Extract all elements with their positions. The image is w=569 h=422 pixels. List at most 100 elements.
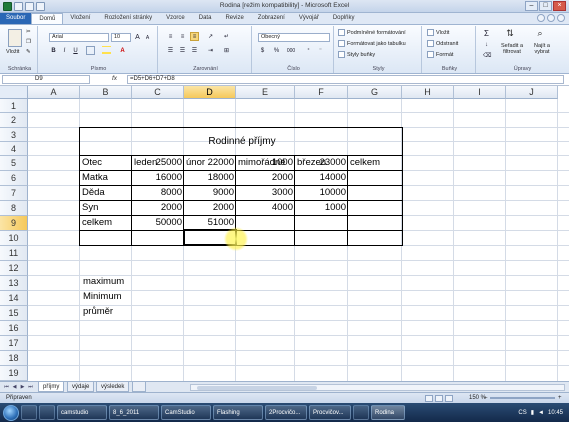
autosum-button[interactable]: Σ bbox=[482, 29, 491, 38]
insert-cells-button[interactable]: Vložit bbox=[427, 29, 449, 36]
data-cell[interactable]: 25000 bbox=[132, 156, 184, 170]
align-middle-icon[interactable]: ≡ bbox=[178, 32, 187, 41]
horizontal-scrollbar[interactable] bbox=[190, 384, 565, 391]
cell-grid[interactable]: Rodinné příjmy leden únor mimořádné břez… bbox=[28, 99, 569, 381]
row-header-14[interactable]: 14 bbox=[0, 291, 28, 306]
tab-home[interactable]: Domů bbox=[31, 13, 64, 24]
taskbar-item-rodina[interactable]: Rodina bbox=[371, 405, 405, 420]
merge-center-icon[interactable]: ⊞ bbox=[222, 46, 231, 55]
formula-input[interactable]: =D5+D6+D7+D8 bbox=[127, 75, 564, 84]
maximize-button[interactable]: □ bbox=[539, 1, 552, 11]
wrap-text-icon[interactable]: ↵ bbox=[222, 32, 231, 41]
column-header-b[interactable]: B bbox=[80, 86, 132, 99]
data-cell[interactable]: 22000 bbox=[184, 156, 236, 170]
taskbar-item-8-6-2011[interactable]: 8_6_2011 bbox=[109, 405, 159, 420]
taskbar-item-app-icon[interactable] bbox=[353, 405, 369, 420]
data-cell[interactable]: 16000 bbox=[132, 171, 184, 185]
row-label-syn[interactable]: Syn bbox=[80, 201, 132, 215]
data-cell[interactable]: 2000 bbox=[236, 171, 295, 185]
header-celkem[interactable]: celkem bbox=[348, 156, 402, 170]
cut-icon[interactable]: ✂ bbox=[26, 29, 31, 35]
column-header-e[interactable]: E bbox=[236, 86, 295, 99]
cell-styles-button[interactable]: Styly buňky bbox=[338, 51, 375, 58]
taskbar-item-camstudio-folder[interactable]: camstudio bbox=[57, 405, 107, 420]
indent-icon[interactable]: ⇥ bbox=[206, 46, 215, 55]
next-sheet-icon[interactable]: ▶ bbox=[19, 383, 26, 391]
data-cell[interactable]: 18000 bbox=[184, 171, 236, 185]
increase-decimal-icon[interactable]: ⁺ bbox=[304, 46, 313, 55]
close-button[interactable]: × bbox=[553, 1, 566, 11]
row-header-3[interactable]: 3 bbox=[0, 128, 28, 142]
row-header-13[interactable]: 13 bbox=[0, 276, 28, 291]
row-header-5[interactable]: 5 bbox=[0, 156, 28, 171]
delete-cells-button[interactable]: Odstranit bbox=[427, 40, 458, 47]
new-sheet-icon[interactable] bbox=[132, 382, 146, 392]
data-cell[interactable]: 1000 bbox=[295, 201, 348, 215]
sheet-tab-vysledek[interactable]: výsledek bbox=[96, 382, 130, 392]
column-header-j[interactable]: J bbox=[506, 86, 558, 99]
help-icon[interactable] bbox=[547, 14, 555, 22]
data-cell[interactable]: 50000 bbox=[132, 216, 184, 230]
sort-filter-button[interactable]: Seřadit a filtrovat bbox=[497, 43, 527, 55]
tab-addins[interactable]: Doplňky bbox=[326, 13, 362, 24]
row-header-4[interactable]: 4 bbox=[0, 142, 28, 156]
taskbar-item-camstudio[interactable]: CamStudio bbox=[161, 405, 211, 420]
restore-window-icon[interactable] bbox=[557, 14, 565, 22]
data-cell[interactable]: 9000 bbox=[184, 186, 236, 200]
orientation-icon[interactable]: ↗ bbox=[206, 32, 215, 41]
data-cell[interactable]: 4000 bbox=[236, 201, 295, 215]
tab-view[interactable]: Zobrazení bbox=[251, 13, 292, 24]
shrink-font-button[interactable]: A bbox=[143, 33, 152, 42]
format-painter-icon[interactable]: ✎ bbox=[26, 49, 31, 55]
bold-button[interactable]: B bbox=[49, 46, 58, 55]
currency-icon[interactable]: $ bbox=[258, 46, 267, 55]
data-cell[interactable]: 3000 bbox=[236, 186, 295, 200]
zoom-in-button[interactable]: + bbox=[558, 393, 562, 403]
row-label-otec[interactable]: Otec bbox=[80, 156, 132, 170]
font-name-select[interactable]: Arial bbox=[49, 33, 109, 42]
align-left-icon[interactable]: ☰ bbox=[166, 46, 175, 55]
start-button[interactable] bbox=[3, 404, 19, 421]
select-all-button[interactable] bbox=[0, 86, 28, 99]
row-label-děda[interactable]: Děda bbox=[80, 186, 132, 200]
explorer-icon[interactable] bbox=[21, 405, 37, 420]
underline-button[interactable]: U bbox=[71, 46, 80, 55]
label-prumer[interactable]: průměr bbox=[81, 305, 113, 319]
fill-color-icon[interactable] bbox=[102, 46, 111, 55]
row-header-2[interactable]: 2 bbox=[0, 113, 28, 128]
number-format-select[interactable]: Obecný bbox=[258, 33, 330, 42]
label-maximum[interactable]: maximum bbox=[81, 275, 124, 289]
column-header-f[interactable]: F bbox=[295, 86, 348, 99]
percent-button[interactable]: % bbox=[272, 46, 281, 55]
row-label-celkem[interactable]: celkem bbox=[80, 216, 132, 230]
first-sheet-icon[interactable]: ⏮ bbox=[3, 383, 10, 391]
data-cell[interactable]: 51000 bbox=[184, 216, 236, 230]
normal-view-icon[interactable] bbox=[425, 395, 433, 402]
last-sheet-icon[interactable]: ⏭ bbox=[27, 383, 34, 391]
row-header-15[interactable]: 15 bbox=[0, 306, 28, 321]
row-header-8[interactable]: 8 bbox=[0, 201, 28, 216]
page-break-view-icon[interactable] bbox=[445, 395, 453, 402]
copy-icon[interactable]: ❐ bbox=[26, 39, 31, 45]
taskbar-item-procvicovani-2[interactable]: Procvičov... bbox=[309, 405, 351, 420]
tab-review[interactable]: Revize bbox=[218, 13, 250, 24]
tab-data[interactable]: Data bbox=[192, 13, 219, 24]
network-icon[interactable]: ▮ bbox=[531, 409, 534, 416]
tab-page-layout[interactable]: Rozložení stránky bbox=[97, 13, 159, 24]
italic-button[interactable]: I bbox=[60, 46, 69, 55]
minimize-button[interactable]: – bbox=[525, 1, 538, 11]
volume-icon[interactable]: ◄ bbox=[538, 410, 544, 416]
data-cell[interactable]: 2000 bbox=[132, 201, 184, 215]
font-size-select[interactable]: 10 bbox=[111, 33, 131, 42]
tab-file[interactable]: Soubor bbox=[0, 13, 32, 24]
paste-icon[interactable] bbox=[8, 29, 22, 47]
data-cell[interactable]: 2000 bbox=[184, 201, 236, 215]
page-layout-view-icon[interactable] bbox=[435, 395, 443, 402]
taskbar-item-flashing[interactable]: Flashing bbox=[213, 405, 263, 420]
row-header-9[interactable]: 9 bbox=[0, 216, 28, 231]
align-center-icon[interactable]: ☰ bbox=[178, 46, 187, 55]
scroll-thumb[interactable] bbox=[197, 386, 317, 390]
tab-insert[interactable]: Vložení bbox=[63, 13, 97, 24]
taskbar-item-procvicovani-1[interactable]: 2Procvičo... bbox=[265, 405, 307, 420]
language-indicator[interactable]: CS bbox=[518, 410, 526, 416]
